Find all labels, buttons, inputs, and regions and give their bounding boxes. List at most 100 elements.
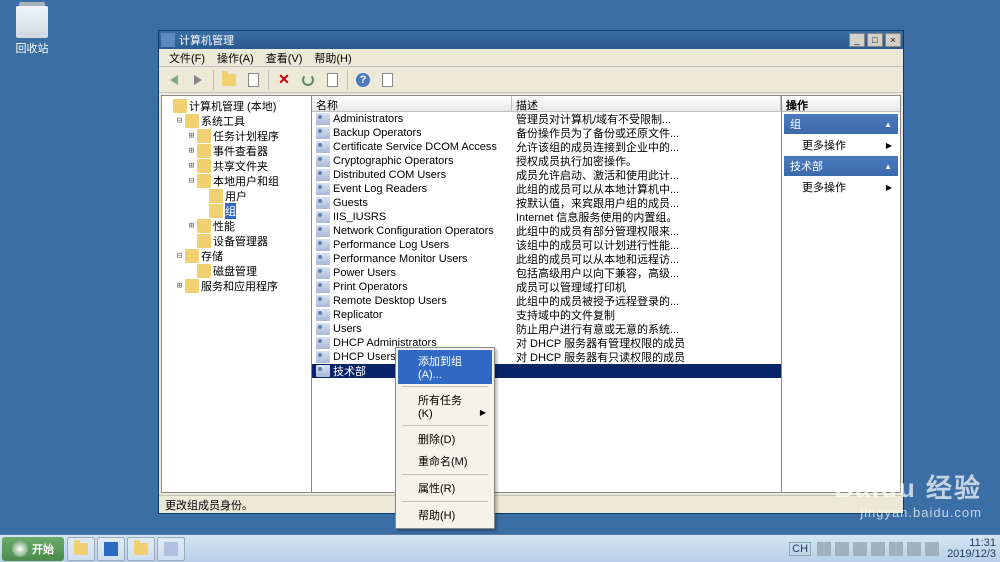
up-button[interactable] (218, 69, 240, 91)
export-button[interactable] (321, 69, 343, 91)
list-row[interactable]: DHCP Administrators对 DHCP 服务器有管理权限的成员 (312, 336, 781, 350)
menu-file[interactable]: 文件(F) (163, 50, 211, 66)
group-icon (316, 211, 330, 223)
tree-item[interactable]: ⊟系统工具 (162, 113, 311, 128)
taskbar-item-3[interactable] (127, 537, 155, 561)
list-row[interactable]: Distributed COM Users成员允许启动、激活和使用此计... (312, 168, 781, 182)
action-sel-header[interactable]: 技术部▲ (784, 156, 898, 176)
list-row[interactable]: Performance Monitor Users此组的成员可以从本地和远程访.… (312, 252, 781, 266)
list-row[interactable]: Power Users包括高级用户以向下兼容，高级... (312, 266, 781, 280)
list-row[interactable]: IIS_IUSRSInternet 信息服务使用的内置组。 (312, 210, 781, 224)
lang-indicator[interactable]: CH (789, 542, 811, 556)
show-hide-button[interactable] (242, 69, 264, 91)
tree-item[interactable]: ⊞服务和应用程序 (162, 278, 311, 293)
list-row[interactable]: Certificate Service DCOM Access允许该组的成员连接… (312, 140, 781, 154)
list-row[interactable]: Print Operators成员可以管理域打印机 (312, 280, 781, 294)
list-row[interactable]: 技术部 (312, 364, 781, 378)
start-button[interactable]: 开始 (2, 537, 64, 561)
menu-view[interactable]: 查看(V) (260, 50, 309, 66)
list-row[interactable]: Users防止用户进行有意或无意的系统... (312, 322, 781, 336)
ctx-add-to-group[interactable]: 添加到组(A)... (398, 350, 492, 384)
tray-icon-5[interactable] (889, 542, 903, 556)
tree-item[interactable]: 磁盘管理 (162, 263, 311, 278)
list-row[interactable]: Network Configuration Operators此组中的成员有部分… (312, 224, 781, 238)
tree-item[interactable]: 组 (162, 203, 311, 218)
group-icon (316, 309, 330, 321)
ctx-rename[interactable]: 重命名(M) (398, 450, 492, 472)
titlebar[interactable]: 计算机管理 _ □ × (159, 31, 903, 49)
group-icon (316, 197, 330, 209)
col-name[interactable]: 名称 (312, 96, 512, 111)
minimize-button[interactable]: _ (849, 33, 865, 47)
ctx-properties[interactable]: 属性(R) (398, 477, 492, 499)
col-desc[interactable]: 描述 (512, 96, 781, 111)
tree-item[interactable]: ⊞任务计划程序 (162, 128, 311, 143)
list-row[interactable]: DHCP Users对 DHCP 服务器有只读权限的成员 (312, 350, 781, 364)
tray-icon-1[interactable] (817, 542, 831, 556)
list-header[interactable]: 名称 描述 (312, 96, 781, 112)
tree-item[interactable]: ⊞共享文件夹 (162, 158, 311, 173)
recycle-bin[interactable]: 回收站 (12, 6, 52, 56)
compmgmt-icon (164, 542, 178, 556)
action-group-header[interactable]: 组▲ (784, 114, 898, 134)
list-body[interactable]: Administrators管理员对计算机/域有不受限制...Backup Op… (312, 112, 781, 492)
tree-item[interactable]: 设备管理器 (162, 233, 311, 248)
taskbar-item-1[interactable] (67, 537, 95, 561)
folder-icon (197, 219, 211, 233)
folder-icon (222, 74, 236, 86)
tree-item[interactable]: ⊟本地用户和组 (162, 173, 311, 188)
list-row[interactable]: Cryptographic Operators授权成员执行加密操作。 (312, 154, 781, 168)
group-icon (316, 365, 330, 377)
group-icon (316, 225, 330, 237)
list-row[interactable]: Performance Log Users该组中的成员可以计划进行性能... (312, 238, 781, 252)
status-text: 更改组成员身份。 (165, 497, 253, 513)
taskbar-item-2[interactable] (97, 537, 125, 561)
tray-icon-6[interactable] (907, 542, 921, 556)
list-row[interactable]: Backup Operators备份操作员为了备份或还原文件... (312, 126, 781, 140)
list-row[interactable]: Administrators管理员对计算机/域有不受限制... (312, 112, 781, 126)
menubar: 文件(F) 操作(A) 查看(V) 帮助(H) (159, 49, 903, 67)
computer-management-window: 计算机管理 _ □ × 文件(F) 操作(A) 查看(V) 帮助(H) ✕ ? … (158, 30, 904, 514)
tray-icon-7[interactable] (925, 542, 939, 556)
clock[interactable]: 11:31 2019/12/3 (947, 538, 996, 560)
ctx-all-tasks[interactable]: 所有任务(K)▶ (398, 389, 492, 423)
delete-button[interactable]: ✕ (273, 69, 295, 91)
close-button[interactable]: × (885, 33, 901, 47)
ctx-help[interactable]: 帮助(H) (398, 504, 492, 526)
menu-help[interactable]: 帮助(H) (308, 50, 357, 66)
folder-icon (209, 204, 223, 218)
properties-button[interactable] (376, 69, 398, 91)
tree-item[interactable]: 计算机管理 (本地) (162, 98, 311, 113)
taskbar-item-4[interactable] (157, 537, 185, 561)
tray-icon-3[interactable] (853, 542, 867, 556)
export-icon (327, 73, 338, 87)
back-button[interactable] (163, 69, 185, 91)
statusbar: 更改组成员身份。 (159, 495, 903, 513)
tray-icon-4[interactable] (871, 542, 885, 556)
action-more-2[interactable]: 更多操作▶ (784, 176, 898, 198)
folder-icon (185, 249, 199, 263)
refresh-button[interactable] (297, 69, 319, 91)
start-orb-icon (12, 541, 28, 557)
tree-pane[interactable]: 计算机管理 (本地)⊟系统工具⊞任务计划程序⊞事件查看器⊞共享文件夹⊟本地用户和… (162, 96, 312, 492)
list-row[interactable]: Remote Desktop Users此组中的成员被授予远程登录的... (312, 294, 781, 308)
tree-item[interactable]: 用户 (162, 188, 311, 203)
list-row[interactable]: Guests按默认值，来宾跟用户组的成员... (312, 196, 781, 210)
list-pane: 名称 描述 Administrators管理员对计算机/域有不受限制...Bac… (312, 96, 782, 492)
folder-icon (173, 99, 187, 113)
action-more-1[interactable]: 更多操作▶ (784, 134, 898, 156)
tree-item[interactable]: ⊟存储 (162, 248, 311, 263)
menu-action[interactable]: 操作(A) (211, 50, 260, 66)
ctx-delete[interactable]: 删除(D) (398, 428, 492, 450)
maximize-button[interactable]: □ (867, 33, 883, 47)
tree-item[interactable]: ⊞性能 (162, 218, 311, 233)
folder-icon (197, 234, 211, 248)
list-row[interactable]: Event Log Readers此组的成员可以从本地计算机中... (312, 182, 781, 196)
tray-icon-2[interactable] (835, 542, 849, 556)
doc-icon (248, 73, 259, 87)
help-button[interactable]: ? (352, 69, 374, 91)
forward-button[interactable] (187, 69, 209, 91)
tree-item[interactable]: ⊞事件查看器 (162, 143, 311, 158)
list-row[interactable]: Replicator支持域中的文件复制 (312, 308, 781, 322)
group-icon (316, 323, 330, 335)
